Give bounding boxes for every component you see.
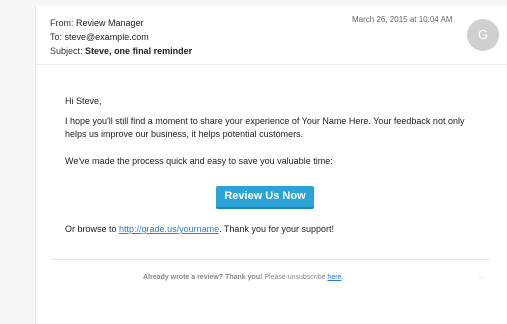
browse-line: Or browse to http://grade.us/yourname. T… [65, 224, 334, 234]
email-date: March 26, 2015 at 10:04 AM [352, 15, 453, 24]
footer-bold: Already wrote a review? Thank you! [143, 274, 263, 281]
from-line: From: Review Manager [50, 16, 192, 30]
from-value: Review Manager [76, 18, 144, 28]
browse-suffix: . Thank you for your support! [219, 224, 334, 234]
footer-divider [52, 259, 490, 260]
to-value[interactable]: steve@example.com [65, 32, 149, 42]
subject-value: Steve, one final reminder [85, 46, 193, 56]
arrow-right-icon: → [477, 272, 485, 281]
browse-prefix: Or browse to [65, 224, 120, 234]
unsubscribe-link[interactable]: here [327, 274, 341, 281]
from-label: From: [50, 18, 74, 28]
header-divider [36, 64, 507, 65]
body-paragraph-2: We've made the process quick and easy to… [65, 156, 333, 166]
subject-line: Subject: Steve, one final reminder [50, 44, 192, 58]
browse-link[interactable]: http://grade.us/yourname [119, 224, 219, 234]
avatar: G [467, 19, 499, 51]
subject-label: Subject: [50, 46, 83, 56]
footer-note: Already wrote a review? Thank you! Pleas… [143, 274, 343, 281]
body-paragraph-1: I hope you'll still find a moment to sha… [65, 116, 465, 139]
email-header: From: Review Manager To: steve@example.c… [50, 16, 192, 58]
greeting: Hi Steve, [65, 96, 102, 106]
review-us-now-button[interactable]: Review Us Now [216, 186, 314, 209]
to-line: To: steve@example.com [50, 30, 192, 44]
footer-text: Please unsubscribe [262, 274, 328, 281]
to-label: To: [50, 32, 63, 42]
footer-end: . [341, 274, 344, 281]
